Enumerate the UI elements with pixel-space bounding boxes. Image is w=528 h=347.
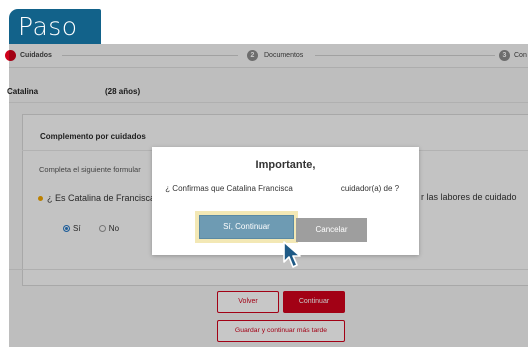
screen: Paso 4 Cuidados 2 Documentos 3 Con Catal…	[0, 0, 528, 347]
confirm-button[interactable]: Sí, Continuar	[199, 215, 294, 239]
dialog-message-left: ¿ Confirmas que Catalina Francisca	[165, 184, 293, 193]
arrow-cursor-icon	[283, 241, 301, 268]
cancel-button[interactable]: Cancelar	[296, 218, 367, 242]
confirm-dialog: Importante, ¿ Confirmas que Catalina Fra…	[152, 147, 419, 255]
dialog-message-right: cuidador(a) de ?	[340, 184, 400, 193]
dialog-title: Importante,	[255, 159, 316, 171]
step-header-tab: Paso 4	[9, 9, 101, 77]
